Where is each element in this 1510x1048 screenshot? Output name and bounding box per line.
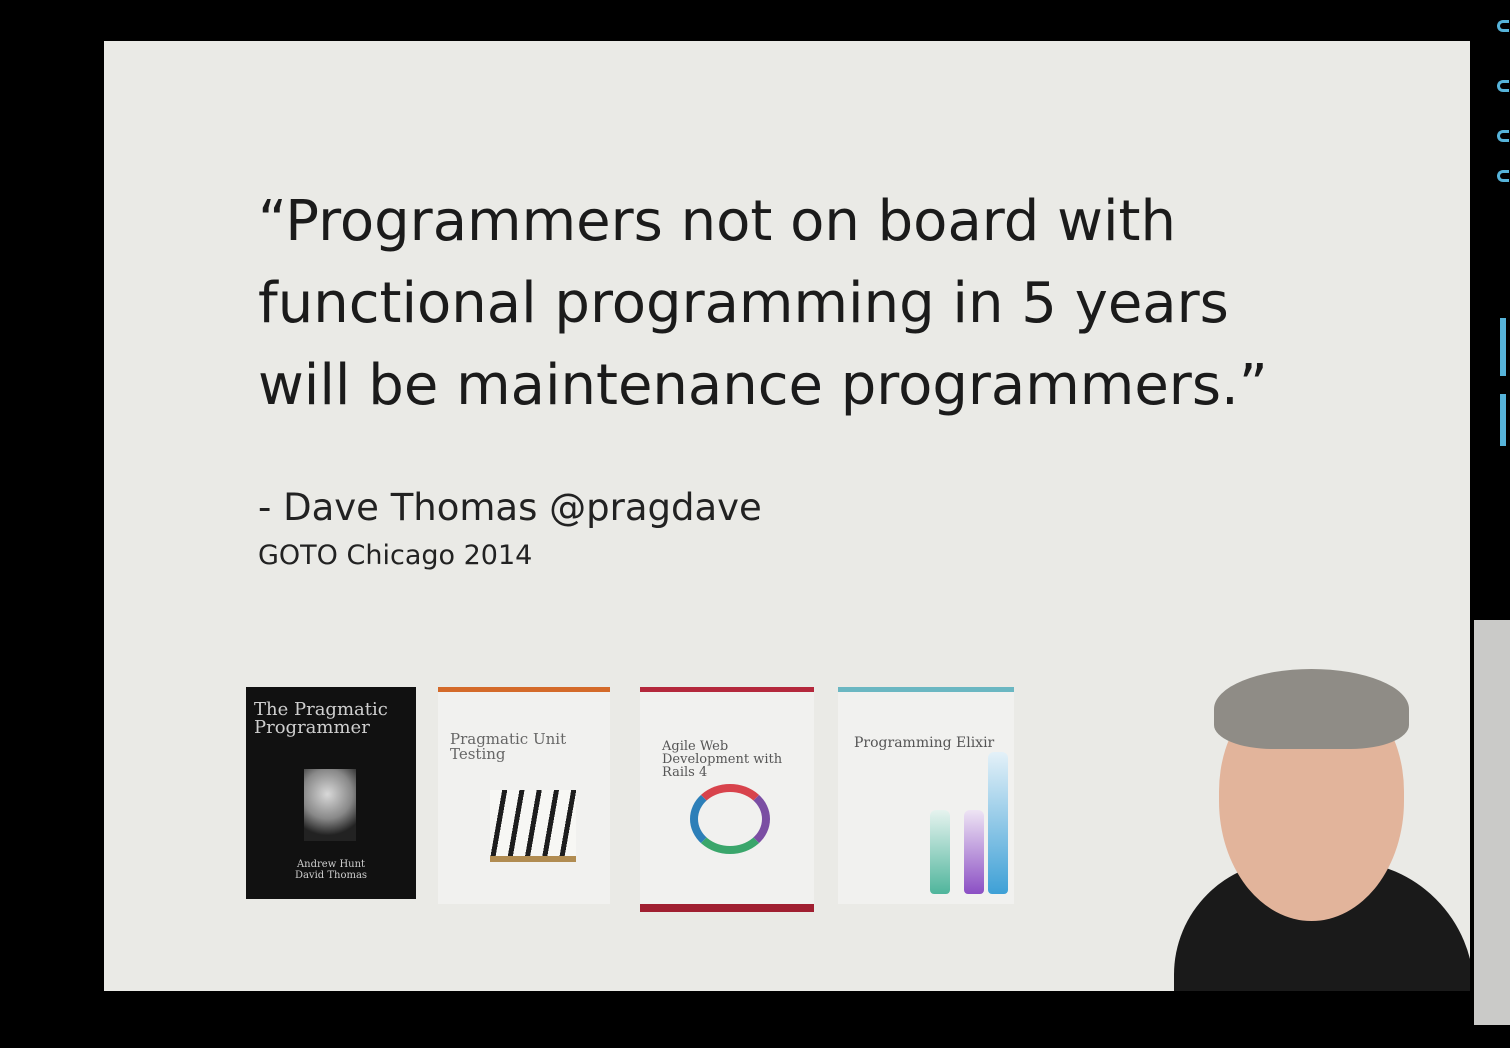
bottle-image — [988, 752, 1008, 894]
conference-logo-bar — [1500, 318, 1506, 376]
side-panel-edge — [1474, 620, 1510, 1025]
quote-event: GOTO Chicago 2014 — [258, 540, 533, 571]
cover-image — [304, 769, 356, 841]
book-title: The Pragmatic Programmer — [254, 699, 388, 738]
quote-line: functional programming in 5 years — [258, 271, 1229, 336]
book-authors: Andrew Hunt David Thomas — [294, 859, 368, 881]
book-title: Programming Elixir — [854, 735, 995, 751]
book-title: Pragmatic Unit Testing — [450, 730, 567, 763]
conference-logo-icon — [1497, 20, 1510, 235]
book-cover-elixir: Programming Elixir — [838, 687, 1014, 904]
quote-line: will be maintenance programmers.” — [258, 353, 1268, 418]
book-cover-pragmatic-programmer: The Pragmatic Programmer Andrew Hunt Dav… — [246, 687, 416, 899]
bottle-image — [964, 810, 984, 894]
cover-image — [490, 790, 576, 862]
quote-line: “Programmers not on board with — [258, 189, 1176, 254]
book-cover-unit-testing: Pragmatic Unit Testing — [438, 687, 610, 904]
bottle-image — [930, 810, 950, 894]
quote-text: “Programmers not on board with functiona… — [258, 181, 1358, 427]
presentation-slide: “Programmers not on board with functiona… — [104, 41, 1470, 991]
book-cover-rails: Agile Web Development with Rails 4 — [640, 687, 814, 912]
speaker-hair — [1214, 669, 1409, 749]
speaker-photo — [1174, 661, 1470, 991]
quote-author: - Dave Thomas @pragdave — [258, 486, 762, 529]
book-title: Agile Web Development with Rails 4 — [662, 739, 783, 780]
cover-image — [690, 784, 770, 854]
conference-logo-bar — [1500, 394, 1506, 446]
